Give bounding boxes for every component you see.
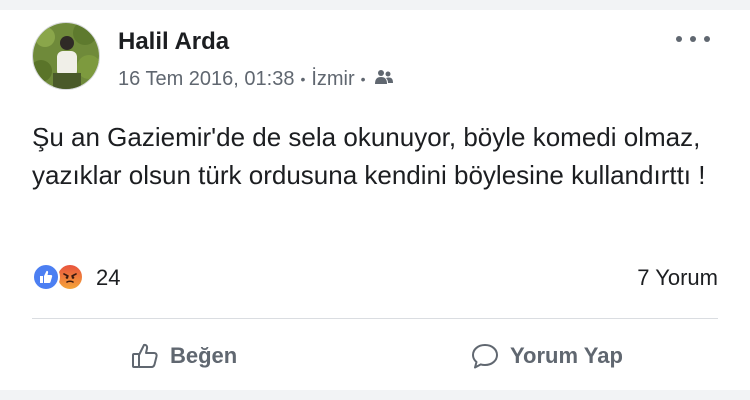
- more-dot: [690, 36, 696, 42]
- like-button[interactable]: Beğen: [130, 326, 237, 386]
- friends-icon: [374, 68, 394, 91]
- reactions-row: 24 7 Yorum: [32, 262, 718, 292]
- more-options-icon[interactable]: [676, 32, 710, 46]
- meta-separator: •: [300, 70, 306, 87]
- more-dot: [704, 36, 710, 42]
- action-bar: Beğen Yorum Yap: [32, 326, 718, 386]
- post-meta: 16 Tem 2016, 01:38 • İzmir •: [118, 68, 394, 91]
- comment-bubble-icon: [470, 341, 500, 371]
- author-name[interactable]: Halil Arda: [118, 28, 229, 56]
- thumbs-up-icon: [130, 341, 160, 371]
- post-header: Halil Arda 16 Tem 2016, 01:38 • İzmir •: [32, 18, 722, 98]
- post-text: Şu an Gaziemir'de de sela okunuyor, böyl…: [32, 122, 706, 190]
- comment-button-label: Yorum Yap: [510, 343, 623, 368]
- like-button-label: Beğen: [170, 343, 238, 368]
- feed-background-top: [0, 0, 750, 10]
- avatar[interactable]: [32, 22, 100, 90]
- post-location[interactable]: İzmir: [311, 68, 354, 91]
- more-dot: [676, 36, 682, 42]
- divider: [32, 318, 718, 319]
- comment-button[interactable]: Yorum Yap: [470, 326, 623, 386]
- meta-separator: •: [360, 70, 366, 87]
- like-reaction-icon: [32, 263, 60, 291]
- angry-reaction-icon: [56, 263, 84, 291]
- reaction-icons[interactable]: [32, 263, 92, 291]
- reaction-count[interactable]: 24: [96, 265, 120, 291]
- post-timestamp[interactable]: 16 Tem 2016, 01:38: [118, 68, 294, 91]
- comment-count[interactable]: 7 Yorum: [637, 265, 718, 291]
- feed-background-bottom: [0, 390, 750, 400]
